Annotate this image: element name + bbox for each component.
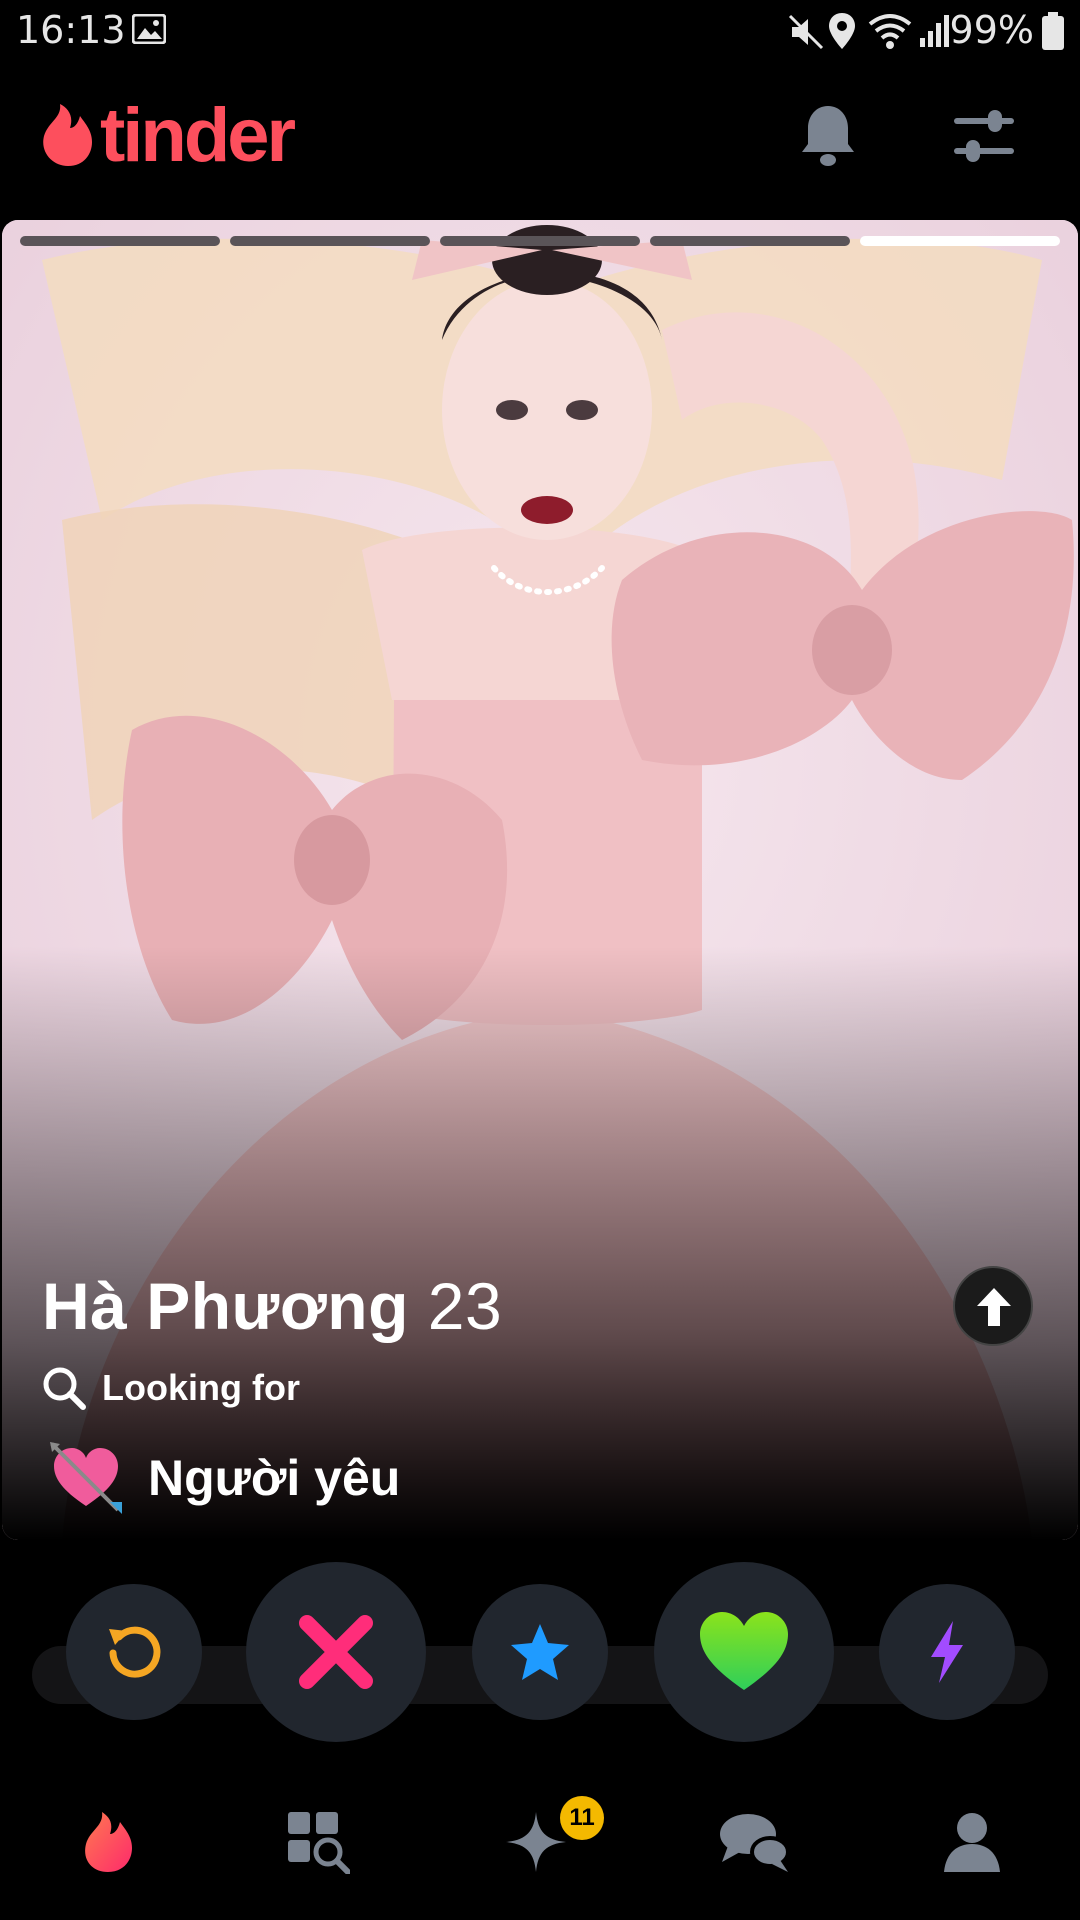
profile-age: 23 xyxy=(427,1269,503,1343)
notifications-bell-icon[interactable] xyxy=(800,102,856,168)
boost-button[interactable] xyxy=(879,1584,1015,1720)
nav-messages-icon[interactable] xyxy=(718,1810,790,1874)
relationship-goal-row: Người yêu xyxy=(48,1440,400,1516)
signal-icon xyxy=(920,15,949,47)
photo-progress-segment[interactable] xyxy=(440,236,640,246)
lightning-icon xyxy=(931,1621,963,1683)
likes-count-badge: 11 xyxy=(560,1796,604,1840)
status-bar: 16:13 99% xyxy=(0,0,1080,66)
logo-wordmark: tinder xyxy=(100,92,296,178)
tinder-logo: tinder xyxy=(38,93,296,178)
heart-arrow-icon xyxy=(50,1442,122,1514)
photo-progress-bar xyxy=(20,236,1060,246)
relationship-goal-text: Người yêu xyxy=(148,1450,401,1506)
search-icon xyxy=(43,1367,86,1410)
photo-progress-segment-active[interactable] xyxy=(860,236,1060,246)
wifi-icon xyxy=(868,14,912,49)
battery-percent: 99% xyxy=(949,8,1034,52)
rewind-button[interactable] xyxy=(66,1584,202,1720)
nav-gold-spark-icon[interactable] xyxy=(504,1810,568,1874)
photo-progress-segment[interactable] xyxy=(20,236,220,246)
rewind-icon xyxy=(109,1626,161,1678)
nope-button[interactable] xyxy=(246,1562,426,1742)
filters-sliders-icon[interactable] xyxy=(952,108,1016,164)
heart-icon xyxy=(700,1612,788,1690)
like-button[interactable] xyxy=(654,1562,834,1742)
close-icon xyxy=(299,1615,373,1689)
open-profile-button[interactable] xyxy=(953,1266,1033,1346)
mute-icon xyxy=(788,14,824,50)
profile-name: Hà Phương xyxy=(42,1269,409,1343)
arrow-up-icon xyxy=(977,1288,1011,1326)
nav-explore-icon[interactable] xyxy=(286,1810,350,1874)
nav-home-flame-icon[interactable] xyxy=(76,1810,140,1874)
status-time: 16:13 xyxy=(16,8,126,52)
photo-progress-segment[interactable] xyxy=(650,236,850,246)
star-icon xyxy=(511,1624,569,1680)
looking-for-label: Looking for xyxy=(102,1367,300,1408)
battery-icon xyxy=(1042,12,1064,50)
looking-for-row: Looking for xyxy=(42,1366,300,1410)
location-icon xyxy=(829,13,855,49)
super-like-button[interactable] xyxy=(472,1584,608,1720)
profile-name-age: Hà Phương 23 xyxy=(42,1268,502,1344)
gallery-notification-icon xyxy=(132,14,166,44)
nav-profile-icon[interactable] xyxy=(940,1810,1004,1874)
photo-progress-segment[interactable] xyxy=(230,236,430,246)
tinder-flame-icon xyxy=(43,104,92,166)
